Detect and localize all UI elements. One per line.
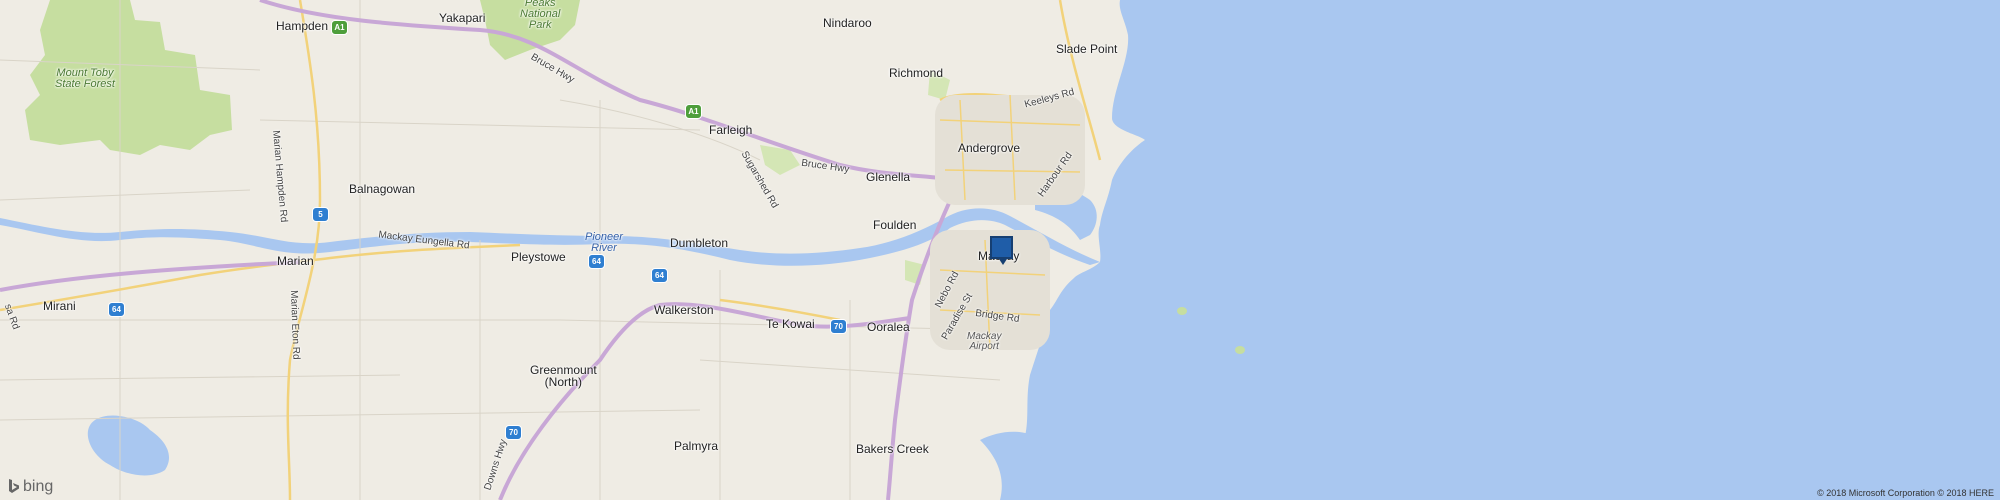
island-2 [1235, 346, 1245, 354]
town-label-andergrove[interactable]: Andergrove [958, 142, 1020, 154]
airport-label: Mackay Airport [967, 331, 1002, 352]
route-shield-a1-north: A1 [331, 20, 348, 35]
town-label-dumbleton[interactable]: Dumbleton [670, 237, 728, 249]
town-label-glenella[interactable]: Glenella [866, 171, 910, 183]
town-label-walkerston[interactable]: Walkerston [654, 304, 714, 316]
town-label-pleystowe[interactable]: Pleystowe [511, 251, 566, 263]
route-shield-64-c: 64 [108, 302, 125, 317]
town-label-slade-point[interactable]: Slade Point [1056, 43, 1117, 55]
road-label-marian-eton: Marian Eton Rd [288, 289, 302, 360]
town-label-te-kowai[interactable]: Te Kowai [766, 318, 815, 330]
town-label-farleigh[interactable]: Farleigh [709, 124, 752, 136]
river-label-pioneer: Pioneer River [585, 231, 623, 254]
route-shield-64-a: 64 [588, 254, 605, 269]
town-label-richmond[interactable]: Richmond [889, 67, 943, 79]
route-shield-70-a: 70 [830, 319, 847, 334]
bing-logo-text: bing [23, 478, 54, 495]
island-1 [1177, 307, 1187, 315]
town-label-mirani[interactable]: Mirani [43, 300, 76, 312]
map-canvas[interactable]: Mount Toby State Forest Peaks National P… [0, 0, 2000, 500]
location-pin[interactable] [990, 236, 1013, 265]
town-label-balnagowan[interactable]: Balnagowan [349, 183, 415, 195]
town-label-ooralea[interactable]: Ooralea [867, 321, 910, 333]
park-label-mount-toby: Mount Toby State Forest [55, 67, 115, 90]
town-label-greenmount[interactable]: Greenmount (North) [530, 364, 597, 388]
town-label-bakers-creek[interactable]: Bakers Creek [856, 443, 929, 455]
town-label-foulden[interactable]: Foulden [873, 219, 916, 231]
copyright-text: © 2018 Microsoft Corporation © 2018 HERE [1817, 488, 1994, 498]
route-shield-a1-farleigh: A1 [685, 104, 702, 119]
town-label-nindaroo[interactable]: Nindaroo [823, 17, 872, 29]
bing-logo[interactable]: bing [8, 478, 53, 496]
town-label-yakapari[interactable]: Yakapari [439, 12, 485, 24]
town-label-palmyra[interactable]: Palmyra [674, 440, 718, 452]
bing-logo-icon [9, 479, 19, 493]
town-label-hampden[interactable]: Hampden [276, 20, 328, 32]
route-shield-70-b: 70 [505, 425, 522, 440]
park-label-peaks: Peaks National Park [520, 0, 561, 31]
route-shield-5: 5 [312, 207, 329, 222]
town-label-marian[interactable]: Marian [277, 255, 314, 267]
route-shield-64-b: 64 [651, 268, 668, 283]
